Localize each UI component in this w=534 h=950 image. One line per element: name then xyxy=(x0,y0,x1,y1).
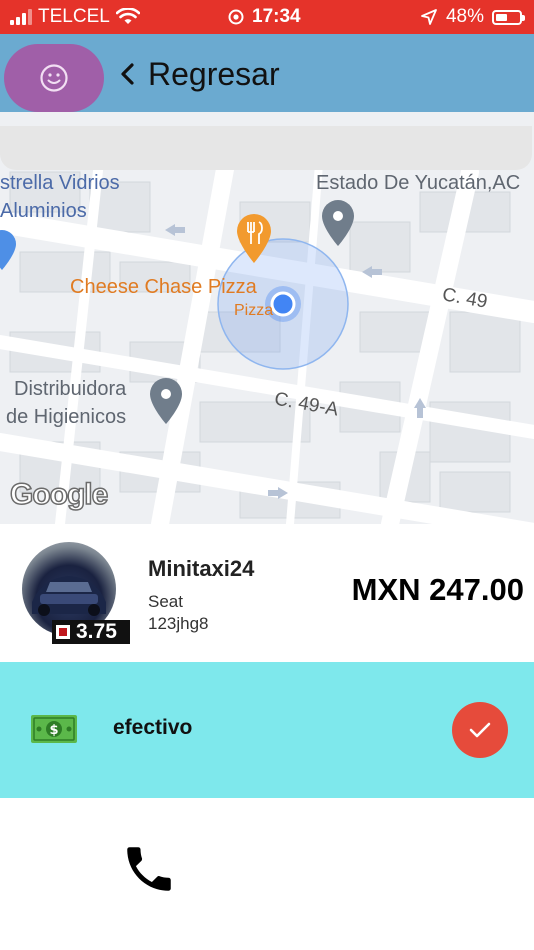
map-view[interactable]: strella Vidrios Aluminios Estado De Yuca… xyxy=(0,112,534,524)
payment-method-label: efectivo xyxy=(113,716,193,739)
status-bar: TELCEL 17:34 48% xyxy=(0,0,534,34)
signal-icon xyxy=(10,9,32,25)
map-search-bar[interactable] xyxy=(0,126,532,170)
map-label-estado: Estado De Yucatán,AC xyxy=(316,172,521,194)
back-button[interactable]: Regresar xyxy=(118,52,280,96)
map-label-pizza: Pizza xyxy=(234,302,274,319)
check-icon xyxy=(469,722,491,738)
svg-text:$: $ xyxy=(49,723,58,738)
driver-plate: 123jhg8 xyxy=(148,614,209,633)
map-label-higienicos: de Higienicos xyxy=(6,406,127,428)
chevron-left-icon xyxy=(121,63,134,85)
alarm-icon xyxy=(228,9,244,25)
location-arrow-icon xyxy=(421,9,437,25)
map-label-cheese-chase: Cheese Chase Pizza xyxy=(70,276,257,298)
menu-fab-button[interactable] xyxy=(4,44,104,112)
smiley-icon xyxy=(40,64,68,92)
status-right: 48% xyxy=(420,0,525,34)
back-label: Regresar xyxy=(148,55,280,92)
status-left: TELCEL xyxy=(10,0,140,34)
google-logo: Google xyxy=(9,477,109,512)
driver-car: Seat xyxy=(148,592,183,611)
status-time: 17:34 xyxy=(252,6,301,27)
phone-icon[interactable] xyxy=(120,840,178,898)
driver-rating: 3.75 xyxy=(76,620,117,643)
battery-icon xyxy=(492,9,525,25)
driver-card: 3.75 Minitaxi24 Seat 123jhg8 MXN 247.00 xyxy=(0,524,534,662)
payment-method-row[interactable]: $ efectivo xyxy=(0,662,534,798)
map-label-aluminios: Aluminios xyxy=(0,200,87,222)
confirm-payment-button[interactable] xyxy=(452,702,508,758)
app-header: Regresar xyxy=(0,34,534,112)
driver-name: Minitaxi24 xyxy=(148,556,255,581)
trip-price: MXN 247.00 xyxy=(351,572,524,607)
rating-marker-icon xyxy=(56,625,70,639)
carrier-label: TELCEL xyxy=(38,6,110,27)
bottom-actions xyxy=(0,798,534,950)
cash-icon: $ xyxy=(31,715,77,743)
map-label-distribuidora: Distribuidora xyxy=(14,378,127,400)
map-label-estrella: strella Vidrios xyxy=(0,172,120,194)
driver-rating-badge: 3.75 xyxy=(52,620,130,644)
status-center: 17:34 xyxy=(228,0,301,34)
wifi-icon xyxy=(115,8,140,24)
battery-percent: 48% xyxy=(445,6,484,27)
